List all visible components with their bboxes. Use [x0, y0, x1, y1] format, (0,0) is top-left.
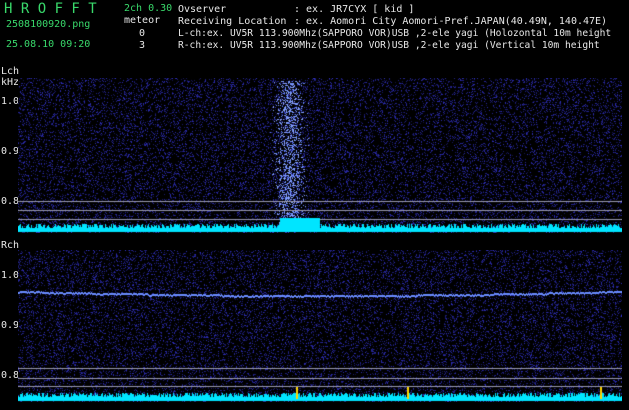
rch-ytick-1: 1.0 — [1, 270, 20, 281]
rch-ytick-3: 0.8 — [1, 370, 20, 381]
count-label: meteor — [124, 15, 161, 26]
observer-label: Ovserver — [178, 4, 227, 15]
rch-spectrogram-canvas — [18, 250, 622, 402]
rch-ytick-2: 0.9 — [1, 320, 20, 331]
lch-meteor-count: 0 — [139, 28, 146, 39]
lch-spectrogram-canvas — [18, 78, 622, 233]
datetime-label: 25.08.10 09:20 — [6, 39, 91, 50]
observer-value: : ex. JR7CYX [ kid ] — [294, 4, 415, 15]
rch-label: Rch — [1, 240, 20, 251]
app-title: H R O F F T — [4, 1, 97, 17]
lch-ytick-2: 0.9 — [1, 146, 20, 157]
lch-ytick-1: 1.0 — [1, 96, 20, 107]
lch-description: L-ch:ex. UV5R 113.900Mhz(SAPPORO VOR)USB… — [178, 28, 612, 39]
location-value: : ex. Aomori City Aomori-Pref.JAPAN(40.4… — [294, 16, 608, 27]
location-label: Receiving Location — [178, 16, 287, 27]
mode-label: 2ch 0.30 — [124, 3, 173, 14]
khz-unit-label: kHz — [1, 77, 20, 88]
rch-spectrogram — [18, 250, 622, 402]
rch-description: R-ch:ex. UV5R 113.900Mhz(SAPPORO VOR)USB… — [178, 40, 600, 51]
filename-label: 2508100920.png — [6, 19, 91, 30]
lch-spectrogram — [18, 78, 622, 233]
rch-meteor-count: 3 — [139, 40, 146, 51]
lch-ytick-3: 0.8 — [1, 196, 20, 207]
lch-label: Lch — [1, 66, 20, 77]
